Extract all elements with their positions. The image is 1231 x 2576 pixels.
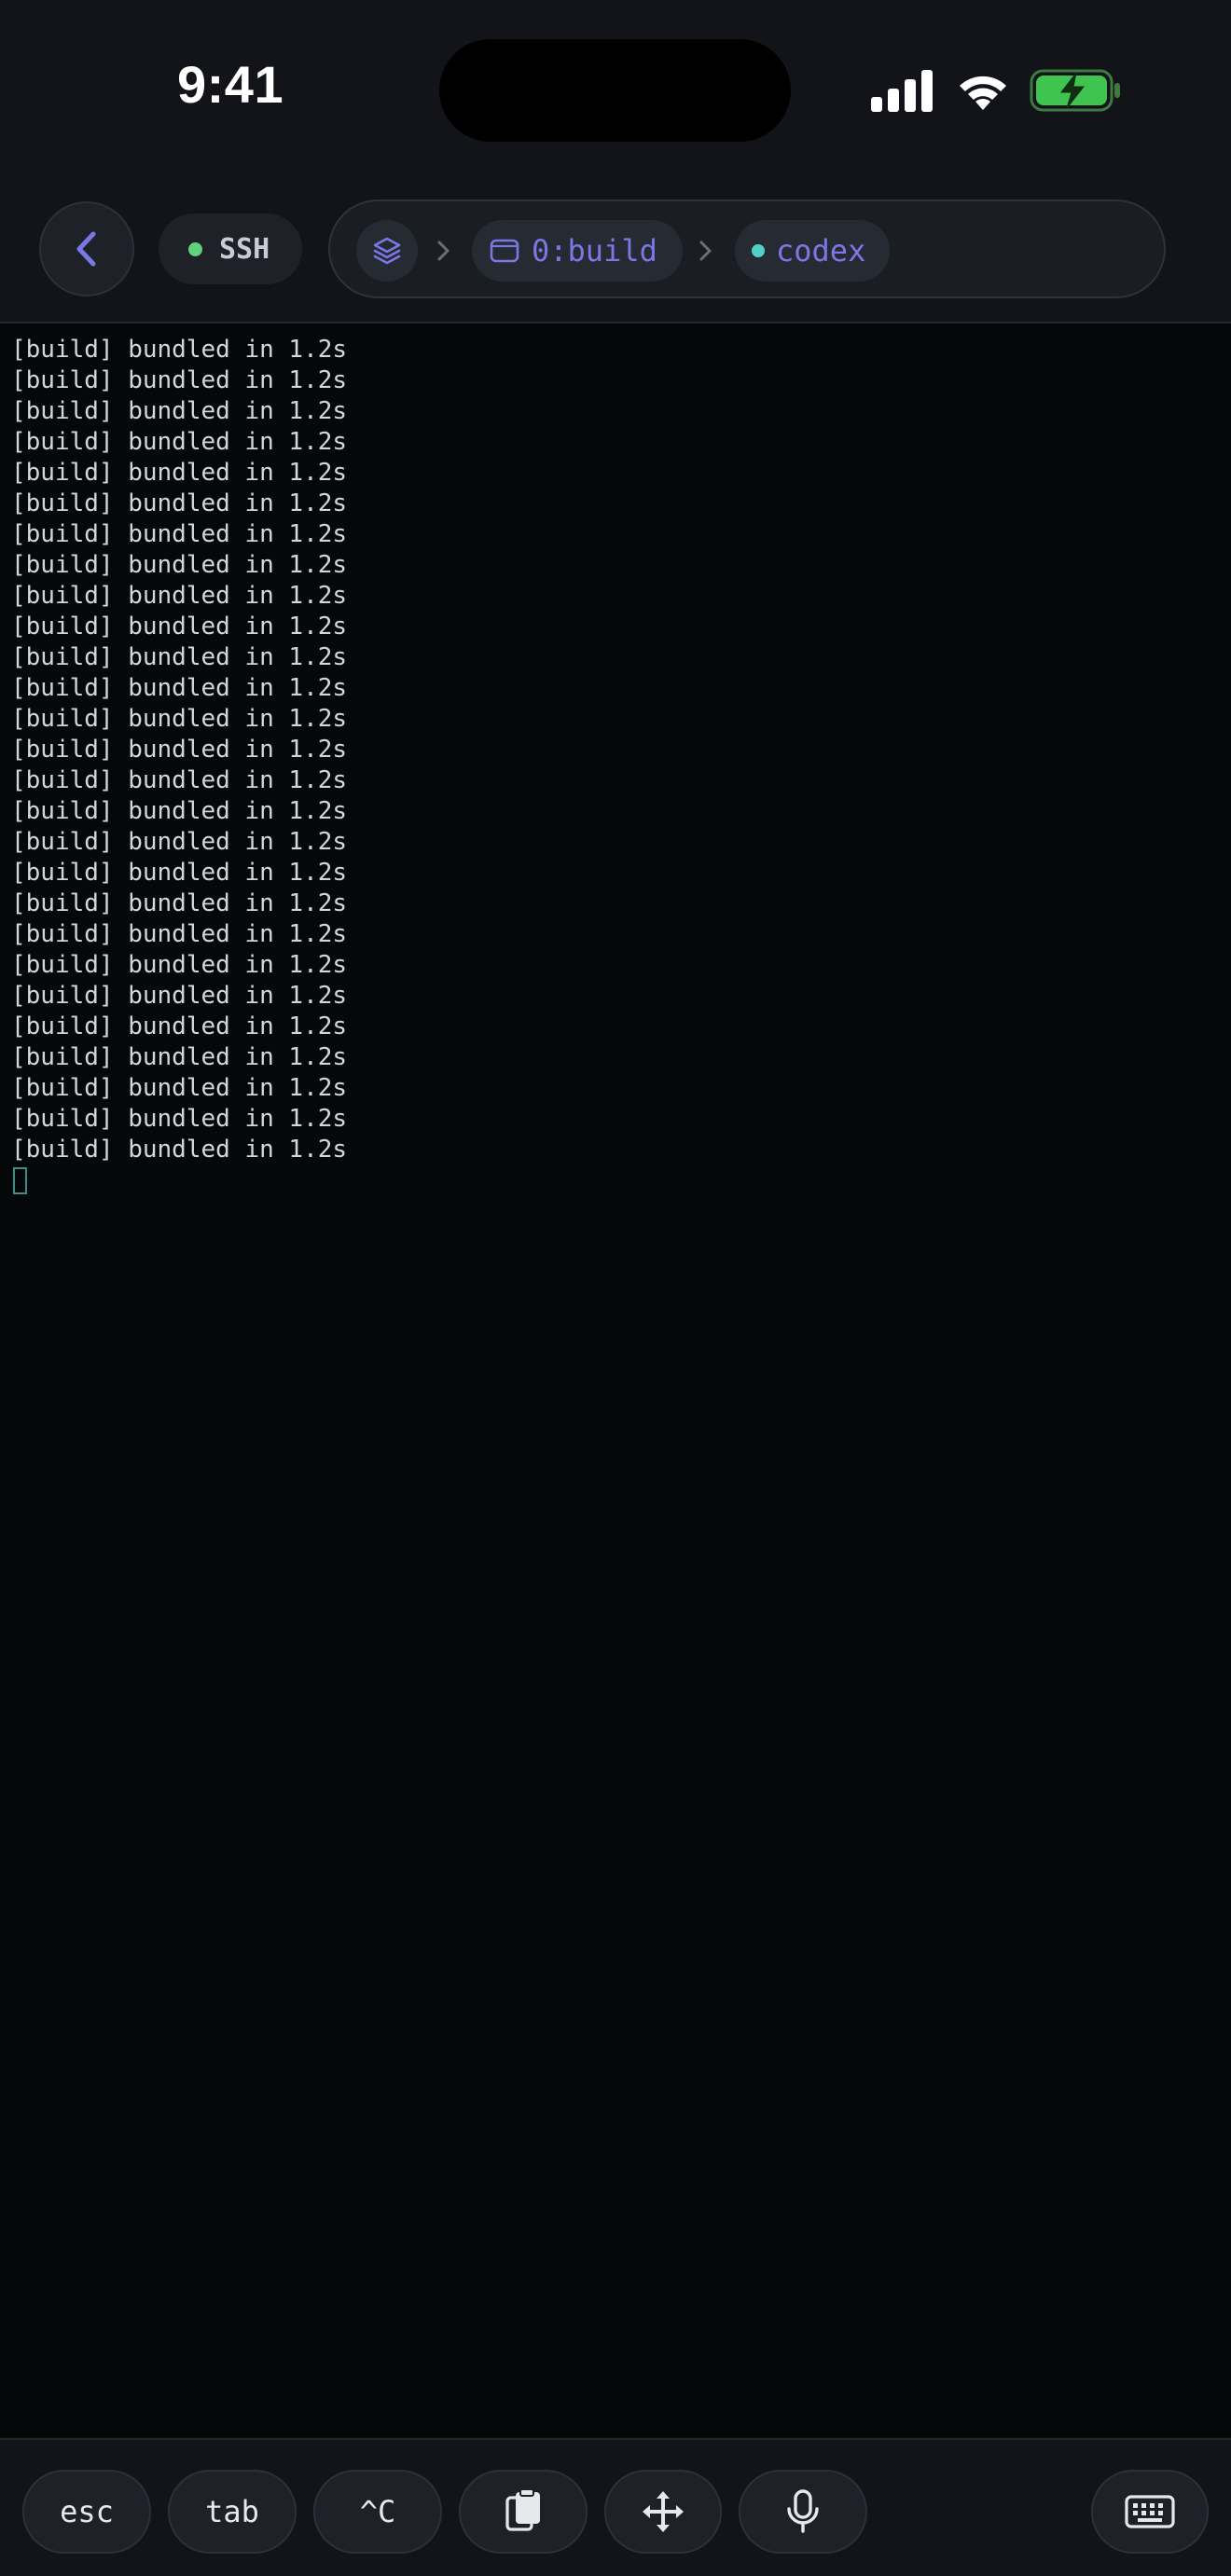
terminal-line: [build] bundled in 1.2s [11,397,348,425]
terminal-line: [build] bundled in 1.2s [11,613,348,641]
session-button[interactable] [356,220,418,282]
terminal-line: [build] bundled in 1.2s [11,551,348,579]
tmux-pane-label: codex [776,233,866,269]
layers-icon [373,237,401,265]
top-header: 9:41 SSH 0:build codex [0,0,1231,324]
connection-label: SSH [219,232,270,266]
terminal-line: [build] bundled in 1.2s [11,797,348,825]
terminal-line: [build] bundled in 1.2s [11,1074,348,1102]
status-icons [871,67,1123,114]
chevron-right-icon [699,241,712,261]
terminal-line: [build] bundled in 1.2s [11,828,348,856]
extra-keys-bar: esc tab ^C [0,2438,1231,2576]
microphone-icon [787,2489,819,2533]
terminal-line: [build] bundled in 1.2s [11,336,348,364]
terminal-line: [build] bundled in 1.2s [11,982,348,1010]
status-time: 9:41 [177,55,284,114]
terminal-line: [build] bundled in 1.2s [11,920,348,948]
dynamic-island [439,39,791,142]
terminal-line: [build] bundled in 1.2s [11,766,348,794]
chevron-left-icon [76,231,96,267]
terminal-line: [build] bundled in 1.2s [11,889,348,917]
wifi-icon [960,76,1006,110]
tab-key[interactable]: tab [168,2470,297,2554]
terminal-output[interactable]: [build] bundled in 1.2s [build] bundled i… [0,325,1231,2438]
back-button[interactable] [39,201,134,296]
keyboard-icon [1125,2495,1175,2528]
ctrl-c-key[interactable]: ^C [313,2470,442,2554]
terminal-lines: [build] bundled in 1.2s [build] bundled i… [11,335,1231,1165]
tmux-pane-crumb[interactable]: codex [735,220,890,282]
terminal-line: [build] bundled in 1.2s [11,366,348,394]
terminal-line: [build] bundled in 1.2s [11,459,348,487]
cellular-signal-icon [871,70,933,112]
terminal-line: [build] bundled in 1.2s [11,1012,348,1040]
terminal-line: [build] bundled in 1.2s [11,674,348,702]
ctrl-c-key-label: ^C [359,2494,396,2529]
chevron-right-icon [437,241,450,261]
terminal-line: [build] bundled in 1.2s [11,951,348,979]
microphone-key[interactable] [739,2470,867,2554]
tmux-window-label: 0:build [532,233,657,269]
tmux-window-crumb[interactable]: 0:build [472,220,683,282]
terminal-line: [build] bundled in 1.2s [11,428,348,456]
move-arrows-icon [643,2491,684,2532]
clipboard-icon [505,2488,540,2531]
terminal-line: [build] bundled in 1.2s [11,1105,348,1133]
terminal-line: [build] bundled in 1.2s [11,643,348,671]
esc-key-label: esc [60,2494,114,2529]
terminal-line: [build] bundled in 1.2s [11,705,348,733]
window-icon [490,239,519,263]
connection-status-dot [188,241,202,256]
terminal-line: [build] bundled in 1.2s [11,1043,348,1071]
tab-key-label: tab [205,2494,259,2529]
terminal-line: [build] bundled in 1.2s [11,489,348,517]
battery-charging-icon [1030,69,1120,112]
terminal-line: [build] bundled in 1.2s [11,859,348,887]
keyboard-toggle-key[interactable] [1091,2470,1209,2554]
esc-key[interactable]: esc [22,2470,151,2554]
terminal-line: [build] bundled in 1.2s [11,582,348,610]
move-key[interactable] [604,2470,722,2554]
terminal-line: [build] bundled in 1.2s [11,520,348,548]
paste-key[interactable] [459,2470,588,2554]
connection-badge[interactable]: SSH [159,214,302,284]
pane-status-dot [752,244,765,257]
terminal-cursor [13,1167,27,1194]
terminal-line: [build] bundled in 1.2s [11,1136,348,1164]
tmux-breadcrumb: 0:build codex [328,200,1166,298]
terminal-line: [build] bundled in 1.2s [11,736,348,764]
